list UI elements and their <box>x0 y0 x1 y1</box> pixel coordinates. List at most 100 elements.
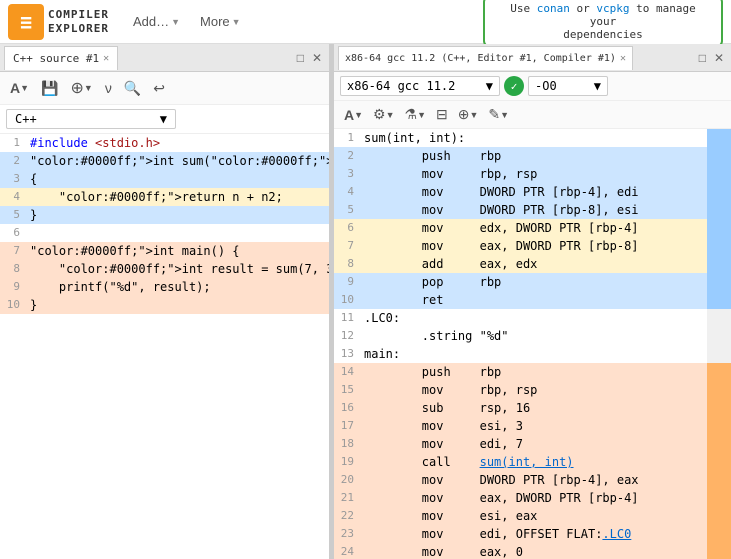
right-tab-close[interactable]: ✕ <box>620 53 626 64</box>
line-content: } <box>28 296 329 314</box>
asm-line: 20 mov DWORD PTR [rbp-4], eax <box>334 471 707 489</box>
asm-pencil-button[interactable]: ✎ ▼ <box>484 104 513 125</box>
opt-select[interactable]: -O0 ▼ <box>528 76 608 96</box>
add-pane-icon: ⊕ <box>70 78 83 98</box>
left-editor-toolbar: A ▼ 💾 ⊕ ▼ ν 🔍 ↩ <box>0 72 329 105</box>
asm-line-number: 13 <box>334 345 362 363</box>
asm-line-content: mov eax, DWORD PTR [rbp-4] <box>362 489 707 507</box>
line-content: } <box>28 206 329 224</box>
search-icon: 🔍 <box>124 80 141 97</box>
font-size-button[interactable]: A ▼ <box>6 78 33 98</box>
asm-call-link[interactable]: sum(int, int) <box>480 455 574 469</box>
asm-line-content: mov edi, OFFSET FLAT:.LC0 <box>362 525 707 543</box>
asm-line-number: 1 <box>334 129 362 147</box>
asm-line-content: mov rbp, rsp <box>362 165 707 183</box>
asm-line: 14 push rbp <box>334 363 707 381</box>
asm-line: 16 sub rsp, 16 <box>334 399 707 417</box>
left-tab[interactable]: C++ source #1 ✕ <box>4 46 118 70</box>
add-button[interactable]: Add… ▼ <box>125 10 188 33</box>
conan-link[interactable]: conan <box>537 2 570 15</box>
code-area[interactable]: 1#include <stdio.h>2"color:#0000ff;">int… <box>0 134 329 559</box>
left-tab-bar: C++ source #1 ✕ □ ✕ <box>0 44 329 72</box>
asm-line-content: mov eax, 0 <box>362 543 707 559</box>
asm-line: 2 push rbp <box>334 147 707 165</box>
left-tab-close[interactable]: ✕ <box>103 53 109 64</box>
logo-line1: COMPILER <box>48 8 109 21</box>
asm-line-content: push rbp <box>362 147 707 165</box>
left-panel-restore[interactable]: □ <box>294 50 307 66</box>
asm-line-number: 21 <box>334 489 362 507</box>
asm-line: 7 mov eax, DWORD PTR [rbp-8] <box>334 237 707 255</box>
asm-lc0-link[interactable]: .LC0 <box>602 527 631 541</box>
right-tab-label: x86-64 gcc 11.2 (C++, Editor #1, Compile… <box>345 53 616 64</box>
asm-line-content: .LC0: <box>362 309 707 327</box>
vim-icon: ν <box>105 80 112 96</box>
add-dropdown-arrow: ▼ <box>171 17 180 27</box>
add-pane-dropdown: ▼ <box>84 83 93 93</box>
asm-line: 24 mov eax, 0 <box>334 543 707 559</box>
line-number: 2 <box>0 152 28 170</box>
asm-layout-button[interactable]: ⊟ <box>432 104 452 125</box>
line-number: 4 <box>0 188 28 206</box>
search-button[interactable]: 🔍 <box>120 78 145 99</box>
notification-box: Use conan or vcpkg to manage your depend… <box>483 0 723 47</box>
asm-line: 21 mov eax, DWORD PTR [rbp-4] <box>334 489 707 507</box>
line-content: "color:#0000ff;">int sum("color:#0000ff;… <box>28 152 329 170</box>
line-content: printf("%d", result); <box>28 278 329 296</box>
asm-font-size-button[interactable]: A ▼ <box>340 105 367 125</box>
asm-line-number: 14 <box>334 363 362 381</box>
asm-line-number: 5 <box>334 201 362 219</box>
asm-line-content: add eax, edx <box>362 255 707 273</box>
left-panel-close[interactable]: ✕ <box>309 50 325 66</box>
line-number: 3 <box>0 170 28 188</box>
asm-gear-button[interactable]: ⚙ ▼ <box>369 104 398 125</box>
logo-icon <box>8 4 44 40</box>
lang-select-container: C++ ▼ <box>0 105 329 134</box>
asm-line-number: 10 <box>334 291 362 309</box>
add-pane-button[interactable]: ⊕ ▼ <box>66 76 96 100</box>
asm-line-content: mov rbp, rsp <box>362 381 707 399</box>
asm-font-size-icon: A <box>344 107 354 123</box>
vcpkg-link[interactable]: vcpkg <box>596 2 629 15</box>
asm-add-button[interactable]: ⊕ ▼ <box>454 104 483 125</box>
compiler-dropdown-arrow: ▼ <box>486 79 493 93</box>
code-line: 4 "color:#0000ff;">return n + n2; <box>0 188 329 206</box>
asm-line: 19 call sum(int, int) <box>334 453 707 471</box>
code-line: 10} <box>0 296 329 314</box>
compiler-select[interactable]: x86-64 gcc 11.2 ▼ <box>340 76 500 96</box>
asm-line: 5 mov DWORD PTR [rbp-8], esi <box>334 201 707 219</box>
logo-line2: EXPLORER <box>48 22 109 35</box>
asm-line: 22 mov esi, eax <box>334 507 707 525</box>
asm-line-number: 15 <box>334 381 362 399</box>
asm-line-number: 9 <box>334 273 362 291</box>
asm-area[interactable]: 1sum(int, int):2 push rbp3 mov rbp, rsp4… <box>334 129 731 559</box>
right-tab[interactable]: x86-64 gcc 11.2 (C++, Editor #1, Compile… <box>338 46 633 70</box>
wrap-button[interactable]: ↩ <box>149 78 169 99</box>
gear-icon: ⚙ <box>373 106 386 123</box>
save-icon: 💾 <box>41 80 58 97</box>
code-line: 6 <box>0 224 329 242</box>
save-button[interactable]: 💾 <box>37 78 62 99</box>
asm-line-number: 6 <box>334 219 362 237</box>
asm-line-number: 19 <box>334 453 362 471</box>
asm-line-content: ret <box>362 291 707 309</box>
layout-icon: ⊟ <box>436 106 448 123</box>
font-size-dropdown: ▼ <box>20 83 29 93</box>
vim-button[interactable]: ν <box>101 78 116 98</box>
line-content: { <box>28 170 329 188</box>
line-content: "color:#0000ff;">return n + n2; <box>28 188 329 206</box>
left-tab-controls: □ ✕ <box>294 50 325 66</box>
asm-gutter <box>707 129 731 559</box>
asm-line: 23 mov edi, OFFSET FLAT:.LC0 <box>334 525 707 543</box>
more-button[interactable]: More ▼ <box>192 10 249 33</box>
code-line: 7"color:#0000ff;">int main() { <box>0 242 329 260</box>
asm-line-content: mov edx, DWORD PTR [rbp-4] <box>362 219 707 237</box>
asm-filter-button[interactable]: ⚗ ▼ <box>401 104 430 125</box>
asm-line-number: 18 <box>334 435 362 453</box>
right-panel-restore[interactable]: □ <box>696 50 709 66</box>
compiler-toolbar: x86-64 gcc 11.2 ▼ ✓ -O0 ▼ <box>334 72 731 101</box>
asm-line-content: sum(int, int): <box>362 129 707 147</box>
right-panel: x86-64 gcc 11.2 (C++, Editor #1, Compile… <box>334 44 731 559</box>
lang-select[interactable]: C++ ▼ <box>6 109 176 129</box>
right-panel-close[interactable]: ✕ <box>711 50 727 66</box>
